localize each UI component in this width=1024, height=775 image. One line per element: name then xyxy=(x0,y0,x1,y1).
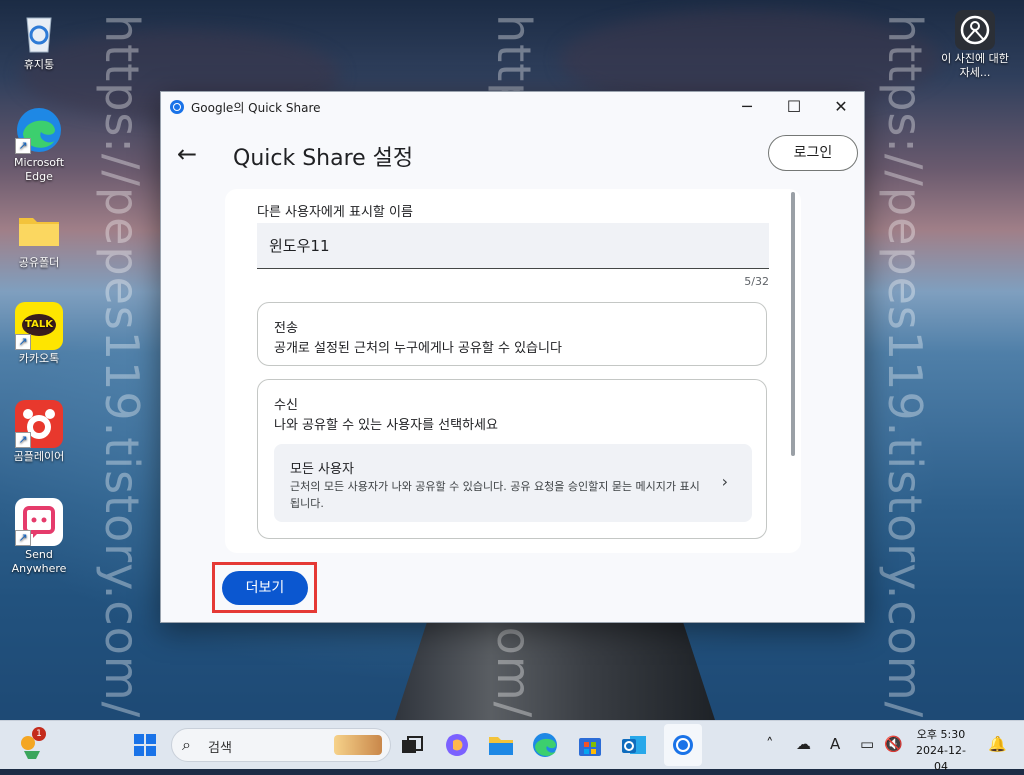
desktop-icon-shared-folder[interactable]: 공유폴더 xyxy=(1,206,77,270)
login-button[interactable]: 로그인 xyxy=(768,135,858,171)
more-button[interactable]: 더보기 xyxy=(222,571,308,605)
desktop-icon-edge[interactable]: ↗ Microsoft Edge xyxy=(1,106,77,184)
taskbar: 1 ⌕ 검색 ˄ ☁ A ▭ 🔇 오후 5:30 2024-12-04 🔔 xyxy=(0,720,1024,773)
receive-title: 수신 xyxy=(274,398,298,413)
close-button[interactable]: ✕ xyxy=(818,92,864,122)
desktop-icon-recycle-bin[interactable]: 휴지통 xyxy=(1,8,77,72)
widgets-badge: 1 xyxy=(32,727,46,741)
desktop-icon-label: 휴지통 xyxy=(23,58,55,71)
device-name-counter: 5/32 xyxy=(744,275,769,288)
kakaotalk-badge-text: TALK xyxy=(22,314,56,336)
desktop-icon-label: 카카오톡 xyxy=(18,352,60,365)
window-title: Google의 Quick Share xyxy=(191,100,321,115)
widgets-icon[interactable]: 1 xyxy=(16,727,48,761)
desktop-icon-label: Send Anywhere xyxy=(11,548,67,575)
quick-share-app-icon xyxy=(170,100,184,114)
scrollbar-thumb[interactable] xyxy=(791,192,795,456)
edge-icon: ↗ xyxy=(15,106,63,154)
volume-muted-icon[interactable]: 🔇 xyxy=(884,735,903,753)
gom-player-icon: ↗ xyxy=(15,400,63,448)
clock-time: 오후 5:30 xyxy=(916,728,966,741)
back-arrow-icon[interactable]: ← xyxy=(177,140,197,168)
file-explorer-icon[interactable] xyxy=(485,729,517,761)
ime-indicator[interactable]: A xyxy=(830,735,840,753)
send-anywhere-icon: ↗ xyxy=(15,498,63,546)
search-placeholder: 검색 xyxy=(208,741,232,756)
notification-bell-icon[interactable]: 🔔 xyxy=(988,735,1007,753)
network-icon[interactable]: ▭ xyxy=(860,735,874,753)
page-title: Quick Share 설정 xyxy=(233,146,414,171)
start-icon[interactable] xyxy=(129,729,161,761)
taskbar-search[interactable]: ⌕ 검색 xyxy=(171,728,391,762)
receive-setting-box: 수신 나와 공유할 수 있는 사용자를 선택하세요 모든 사용자 근처의 모든 … xyxy=(257,379,767,539)
receive-description: 나와 공유할 수 있는 사용자를 선택하세요 xyxy=(274,418,498,433)
cloud-offline-icon[interactable]: ☁ xyxy=(796,735,811,753)
desktop-icon-label: 이 사진에 대한 자세... xyxy=(941,52,1009,79)
minimize-button[interactable]: ─ xyxy=(724,92,770,122)
kakaotalk-icon: TALK ↗ xyxy=(15,302,63,350)
clock-date: 2024-12-04 xyxy=(916,744,966,773)
quick-share-taskbar-icon[interactable] xyxy=(667,729,699,761)
send-description: 공개로 설정된 근처의 누구에게나 공유할 수 있습니다 xyxy=(274,341,562,356)
quick-share-window: Google의 Quick Share ─ ☐ ✕ ← Quick Share … xyxy=(160,91,865,623)
watermark-text: https://pepes119.tistory.com/ xyxy=(95,14,149,719)
maximize-button[interactable]: ☐ xyxy=(771,92,817,122)
desktop-icon-gom-player[interactable]: ↗ 곰플레이어 xyxy=(1,400,77,464)
edge-taskbar-icon[interactable] xyxy=(529,729,561,761)
desktop-icon-label: Microsoft Edge xyxy=(13,156,65,183)
receive-option-description: 근처의 모든 사용자가 나와 공유할 수 있습니다. 공유 요청을 승인할지 묻… xyxy=(290,480,700,510)
page-header: ← Quick Share 설정 로그인 xyxy=(161,122,864,184)
chevron-right-icon: › xyxy=(721,472,728,491)
send-title: 전송 xyxy=(274,321,298,336)
folder-icon xyxy=(15,206,63,254)
copilot-icon[interactable] xyxy=(441,729,473,761)
chevron-up-icon[interactable]: ˄ xyxy=(766,735,774,753)
recycle-bin-icon xyxy=(15,8,63,56)
watermark-text: https://pepes119.tistory.com/ xyxy=(878,14,932,719)
settings-card: 다른 사용자에게 표시할 이름 윈도우11 5/32 전송 공개로 설정된 근처… xyxy=(225,189,801,553)
task-view-icon[interactable] xyxy=(396,729,428,761)
desktop-icon-send-anywhere[interactable]: ↗ Send Anywhere xyxy=(1,498,77,576)
search-highlight-image xyxy=(334,735,382,755)
desktop-icon-photo-info[interactable]: 이 사진에 대한 자세... xyxy=(937,10,1013,80)
outlook-icon[interactable] xyxy=(618,729,650,761)
device-name-input[interactable]: 윈도우11 xyxy=(257,223,769,269)
receive-option-title: 모든 사용자 xyxy=(290,462,354,477)
photo-info-icon xyxy=(955,10,995,50)
send-setting-box[interactable]: 전송 공개로 설정된 근처의 누구에게나 공유할 수 있습니다 xyxy=(257,302,767,366)
desktop-icon-label: 공유폴더 xyxy=(18,256,60,269)
desktop-icon-label: 곰플레이어 xyxy=(13,450,65,463)
receive-option-everyone[interactable]: 모든 사용자 근처의 모든 사용자가 나와 공유할 수 있습니다. 공유 요청을… xyxy=(274,444,752,522)
store-icon[interactable] xyxy=(574,729,606,761)
desktop-icon-kakaotalk[interactable]: TALK ↗ 카카오톡 xyxy=(1,302,77,366)
device-name-label: 다른 사용자에게 표시할 이름 xyxy=(257,205,413,220)
search-icon: ⌕ xyxy=(182,735,191,754)
background-pier xyxy=(395,622,715,720)
highlight-box: 더보기 xyxy=(212,562,317,613)
